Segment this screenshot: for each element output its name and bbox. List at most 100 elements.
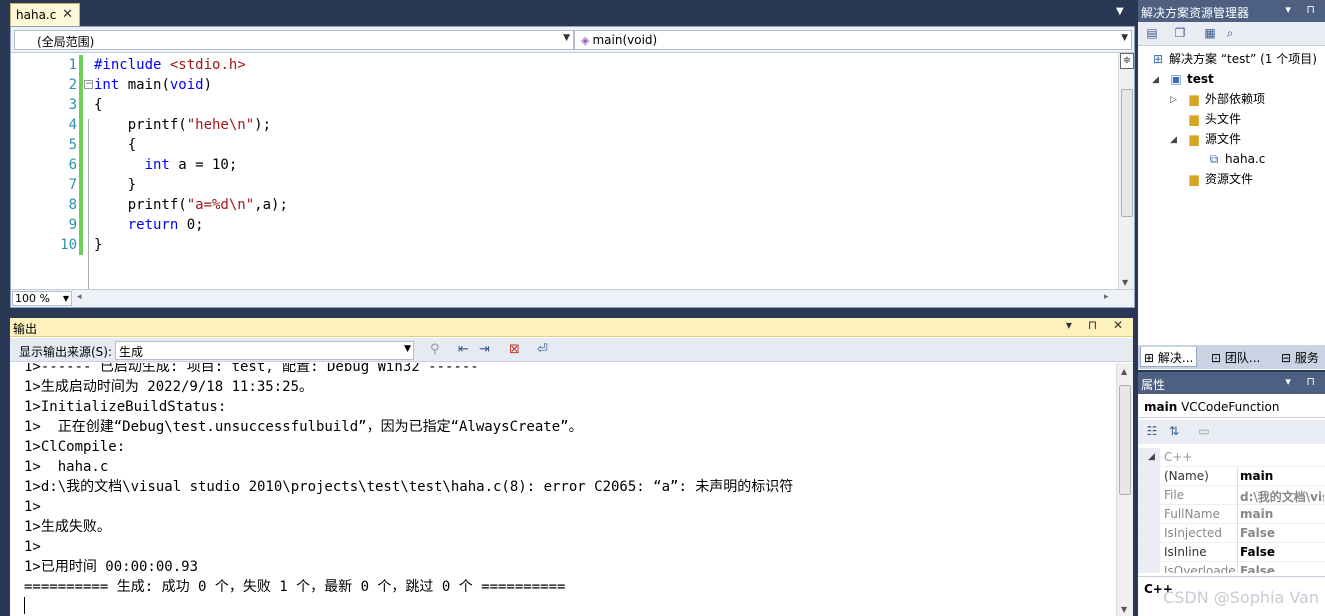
- clear-all-icon[interactable]: ⊠: [509, 342, 520, 357]
- line-number: 7: [68, 177, 77, 193]
- scrollbar-thumb[interactable]: [1121, 89, 1133, 217]
- output-line: 1>ClCompile:: [24, 439, 126, 455]
- line-number: 8: [68, 197, 77, 213]
- categorized-icon[interactable]: ☷: [1144, 424, 1160, 439]
- code-line-3: {: [94, 97, 103, 113]
- tree-external-deps[interactable]: ▆ 外部依赖项: [1186, 90, 1265, 108]
- watermark: CSDN @Sophia Van: [1163, 588, 1319, 607]
- fold-guide: [88, 119, 89, 291]
- tree-project-test[interactable]: ▣ test: [1168, 70, 1213, 88]
- output-line: 1>------ 已启动生成: 项目: test, 配置: Debug Win3…: [24, 363, 479, 375]
- tab-close-icon[interactable]: ✕: [62, 7, 73, 22]
- line-number: 9: [68, 217, 77, 233]
- properties-panel: 属性 ▾ ⊓ main VCCodeFunction ☷ ⇅ ▭ ◢ C++ (…: [1138, 372, 1325, 616]
- next-message-icon[interactable]: ⇥: [479, 342, 490, 357]
- tab-server[interactable]: ⊟ 服务: [1278, 347, 1322, 367]
- output-line-error[interactable]: 1>d:\我的文档\visual studio 2010\projects\te…: [24, 477, 793, 497]
- code-line-6: int a = 10;: [94, 157, 238, 173]
- show-all-files-icon[interactable]: ❐: [1172, 26, 1188, 41]
- code-line-9: return 0;: [94, 217, 204, 233]
- solution-tab-icon: ⊞: [1144, 351, 1155, 365]
- folder-icon: ▆: [1189, 92, 1199, 106]
- output-line: 1>: [24, 539, 41, 555]
- scroll-left-icon[interactable]: ◂: [77, 292, 82, 302]
- output-source-dropdown[interactable]: 生成 ▼: [115, 341, 414, 360]
- output-source-label: 显示输出来源(S):: [19, 345, 113, 359]
- function-dropdown[interactable]: ◈ main(void) ▼: [574, 30, 1132, 50]
- folder-icon: ▆: [1189, 112, 1199, 126]
- fold-collapse-icon[interactable]: −: [84, 80, 93, 89]
- output-line-summary: ========== 生成: 成功 0 个，失败 1 个，最新 0 个，跳过 0…: [24, 579, 566, 595]
- property-row[interactable]: File d:\我的文档\vis: [1138, 486, 1325, 505]
- scrollbar-thumb[interactable]: [1119, 385, 1131, 495]
- split-handle-icon[interactable]: ≑: [1120, 53, 1134, 69]
- tab-haha-c[interactable]: haha.c ✕: [10, 3, 80, 26]
- solution-explorer-toolbar: ▤ ❐ ▦ ⌕: [1138, 22, 1325, 46]
- property-row[interactable]: IsInjected False: [1138, 524, 1325, 543]
- tab-overflow-icon[interactable]: ▼: [1116, 6, 1124, 17]
- code-line-4: printf("hehe\n");: [94, 117, 272, 133]
- zoom-dropdown[interactable]: 100 % ▼: [12, 291, 72, 306]
- output-line: 1>已用时间 00:00:00.93: [24, 559, 199, 575]
- panel-title-text: 属性: [1141, 378, 1166, 392]
- tree-haha-c[interactable]: ⧉ haha.c: [1206, 150, 1266, 168]
- scroll-up-icon[interactable]: ▲: [1121, 367, 1127, 376]
- code-text-area[interactable]: 1 2 3 4 5 6 7 8 9 10 − #include <stdio.h…: [11, 53, 1118, 291]
- view-code-icon[interactable]: ▦: [1202, 26, 1218, 41]
- properties-icon[interactable]: ▤: [1144, 26, 1160, 41]
- find-message-icon[interactable]: ⚲: [430, 342, 440, 357]
- code-line-10: }: [94, 237, 103, 253]
- editor-vertical-scrollbar[interactable]: ≑ ▼: [1118, 53, 1134, 289]
- output-line: 1> haha.c: [24, 459, 109, 475]
- solution-icon: ⊞: [1152, 52, 1164, 66]
- tree-solution[interactable]: ⊞ 解决方案 “test” (1 个项目): [1150, 50, 1317, 68]
- word-wrap-icon[interactable]: ⏎: [537, 342, 548, 357]
- pin-icon[interactable]: ▾ ⊓: [1285, 3, 1321, 16]
- alphabetical-sort-icon[interactable]: ⇅: [1166, 424, 1182, 439]
- output-line: 1>生成失败。: [24, 519, 111, 535]
- output-line: 1> 正在创建“Debug\test.unsuccessfulbuild”，因为…: [24, 419, 583, 435]
- output-title-text: 输出: [13, 322, 38, 336]
- chevron-down-icon: ▼: [62, 294, 69, 303]
- pin-icon[interactable]: ▾ ⊓: [1285, 375, 1321, 388]
- property-pages-icon[interactable]: ▭: [1196, 424, 1212, 439]
- solution-bottom-tabs: ⊞ 解决... ⊡ 团队... ⊟ 服务: [1138, 345, 1325, 369]
- tree-source-files[interactable]: ▆ 源文件: [1186, 130, 1241, 148]
- class-diagram-icon[interactable]: ⌕: [1222, 26, 1238, 41]
- output-text-area[interactable]: 1>------ 已启动生成: 项目: test, 配置: Debug Win3…: [10, 363, 1116, 616]
- property-row[interactable]: IsInline False: [1138, 543, 1325, 562]
- property-grid: ◢ C++ (Name) main File d:\我的文档\vis FullNam…: [1138, 448, 1325, 573]
- collapse-arrow-icon[interactable]: ◢: [1152, 75, 1159, 85]
- property-object-selector[interactable]: main VCCodeFunction: [1138, 394, 1325, 418]
- code-line-5: {: [94, 137, 137, 153]
- scroll-down-icon[interactable]: ▼: [1121, 605, 1127, 614]
- expand-arrow-icon[interactable]: ▷: [1170, 95, 1177, 105]
- scroll-down-icon[interactable]: ▼: [1122, 278, 1128, 287]
- server-tab-icon: ⊟: [1281, 351, 1292, 365]
- tree-resource-files[interactable]: ▆ 资源文件: [1186, 170, 1253, 188]
- c-file-icon: ⧉: [1209, 152, 1219, 166]
- scope-dropdown[interactable]: (全局范围) ▼: [14, 30, 574, 50]
- line-number: 5: [68, 137, 77, 153]
- code-line-2: int main(void): [94, 77, 213, 93]
- collapse-arrow-icon[interactable]: ◢: [1170, 135, 1177, 145]
- property-row[interactable]: IsOverloade False: [1138, 562, 1325, 573]
- method-icon: ◈: [581, 34, 590, 47]
- tab-solution[interactable]: ⊞ 解决...: [1140, 347, 1198, 367]
- pin-close-icons[interactable]: ▾ ⊓ ✕: [1066, 318, 1129, 332]
- property-row[interactable]: (Name) main: [1138, 467, 1325, 486]
- scope-dropdown-value: (全局范围): [37, 35, 95, 49]
- text-cursor: [24, 597, 25, 614]
- scroll-right-icon[interactable]: ▸: [1104, 292, 1109, 302]
- change-tracking-bar: [79, 55, 83, 255]
- previous-message-icon[interactable]: ⇤: [458, 342, 469, 357]
- tree-header-files[interactable]: ▆ 头文件: [1186, 110, 1241, 128]
- line-number: 4: [68, 117, 77, 133]
- line-number: 2: [68, 77, 77, 93]
- panel-title-text: 解决方案资源管理器: [1141, 6, 1250, 20]
- line-number: 6: [68, 157, 77, 173]
- tab-team[interactable]: ⊡ 团队...: [1208, 347, 1263, 367]
- property-row[interactable]: FullName main: [1138, 505, 1325, 524]
- output-line: 1>InitializeBuildStatus:: [24, 399, 227, 415]
- output-vertical-scrollbar[interactable]: ▲ ▼: [1116, 363, 1133, 616]
